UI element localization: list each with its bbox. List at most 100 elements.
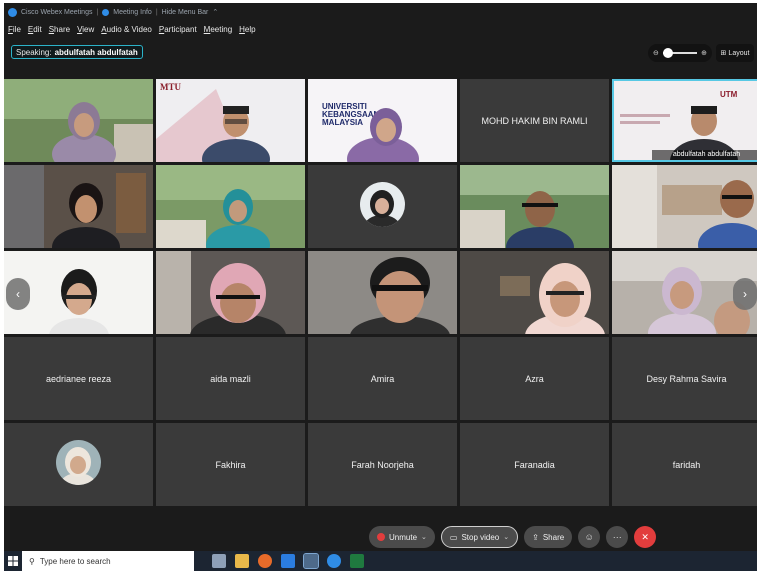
zoom-knob[interactable]	[662, 48, 673, 58]
participant-name: aedrianee reeza	[45, 373, 112, 384]
zoom-in-icon[interactable]: ⊕	[701, 49, 707, 57]
participant-video	[308, 251, 457, 334]
participant-avatar	[360, 182, 405, 227]
video-tile[interactable]	[308, 165, 457, 248]
ellipsis-icon: ···	[612, 532, 622, 542]
start-button[interactable]	[4, 551, 22, 571]
taskbar-search-box[interactable]: ⚲ Type here to search	[22, 551, 194, 571]
video-tile[interactable]: Faranadia	[460, 423, 609, 506]
reactions-button[interactable]: ☺	[578, 526, 601, 548]
previous-page-button[interactable]: ‹	[6, 278, 30, 310]
chevron-down-icon[interactable]: ⌄	[421, 533, 427, 541]
video-tile[interactable]: aida mazli	[156, 337, 305, 420]
webex-meeting-window: Cisco Webex Meetings | Meeting Info | Hi…	[4, 3, 757, 571]
menu-help[interactable]: Help	[239, 25, 255, 34]
video-tile[interactable]: MTU	[156, 79, 305, 162]
hide-menu-bar-link[interactable]: Hide Menu Bar	[162, 9, 209, 16]
participant-video	[4, 79, 153, 162]
chevron-up-icon[interactable]: ⌃	[212, 8, 218, 16]
video-tile[interactable]: Azra	[460, 337, 609, 420]
stop-video-button[interactable]: ▭ Stop video ⌄	[440, 526, 519, 548]
participant-video	[460, 165, 609, 248]
menu-share[interactable]: Share	[49, 25, 70, 34]
windows-icon	[8, 556, 18, 566]
next-page-button[interactable]: ›	[733, 278, 757, 310]
task-view-icon[interactable]	[212, 554, 226, 568]
active-speaker-name: abdulfatah abdulfatah	[54, 47, 138, 57]
webex-taskbar-icon[interactable]	[303, 553, 319, 569]
unmute-button[interactable]: Unmute ⌄	[369, 526, 435, 548]
speaking-indicator: Speaking: abdulfatah abdulfatah	[11, 45, 143, 59]
video-tile[interactable]	[4, 423, 153, 506]
mtu-logo: MTU	[160, 82, 181, 92]
edge-icon[interactable]	[327, 554, 341, 568]
video-tile[interactable]	[460, 251, 609, 334]
video-tile[interactable]	[4, 165, 153, 248]
participant-video: UNIVERSITI KEBANGSAAN MALAYSIA	[308, 79, 457, 162]
video-tile[interactable]	[4, 79, 153, 162]
svg-text:MALAYSIA: MALAYSIA	[322, 118, 363, 127]
video-tile[interactable]: faridah	[612, 423, 757, 506]
participant-video	[612, 165, 757, 248]
search-icon: ⚲	[29, 556, 35, 566]
chevron-left-icon: ‹	[16, 287, 20, 301]
video-grid: MTU UNIVERSITI KEBANGSAAN MALAYSIA MOHD …	[4, 79, 757, 539]
smiley-icon: ☺	[584, 532, 594, 542]
video-tile[interactable]	[460, 165, 609, 248]
meeting-controls: Unmute ⌄ ▭ Stop video ⌄ ⇪ Share ☺ ··· ✕	[369, 525, 657, 549]
participant-name: Fakhira	[215, 459, 246, 470]
info-icon	[102, 8, 110, 16]
title-bar: Cisco Webex Meetings | Meeting Info | Hi…	[4, 3, 757, 21]
app-title: Cisco Webex Meetings	[21, 8, 93, 16]
participant-video	[156, 251, 305, 334]
video-tile[interactable]	[308, 251, 457, 334]
grid-icon: ⊞	[720, 50, 727, 57]
participant-name: Faranadia	[514, 459, 555, 470]
menu-edit[interactable]: Edit	[28, 25, 42, 34]
webex-logo-icon	[8, 7, 17, 17]
video-tile[interactable]	[156, 251, 305, 334]
file-explorer-icon[interactable]	[235, 554, 249, 568]
utm-logo: UTM	[720, 90, 738, 99]
chevron-down-icon[interactable]: ⌄	[503, 533, 509, 541]
menu-audio-video[interactable]: Audio & Video	[101, 25, 152, 34]
windows-taskbar: ⚲ Type here to search	[4, 551, 757, 571]
video-tile-active-speaker[interactable]: UTM abdulfatah abdulfatah	[612, 79, 757, 162]
video-tile[interactable]: aedrianee reeza	[4, 337, 153, 420]
menu-file[interactable]: File	[8, 25, 21, 34]
camera-icon: ▭	[449, 532, 458, 542]
video-tile[interactable]: MOHD HAKIM BIN RAMLI	[460, 79, 609, 162]
zoom-out-icon[interactable]: ⊖	[653, 49, 659, 57]
firefox-icon[interactable]	[258, 554, 272, 568]
share-icon: ⇪	[532, 532, 539, 542]
meeting-info-link[interactable]: Meeting Info	[113, 9, 152, 16]
video-tile[interactable]: Desy Rahma Savira	[612, 337, 757, 420]
participant-video	[460, 251, 609, 334]
chevron-right-icon: ›	[743, 287, 747, 301]
excel-icon[interactable]	[350, 554, 364, 568]
zoom-slider[interactable]: ⊖ ⊕	[648, 44, 712, 62]
mic-muted-icon	[377, 533, 385, 541]
video-tile[interactable]	[156, 165, 305, 248]
menu-participant[interactable]: Participant	[159, 25, 197, 34]
layout-button[interactable]: ⊞ Layout	[716, 44, 754, 62]
share-button[interactable]: ⇪ Share	[524, 526, 573, 548]
menu-view[interactable]: View	[77, 25, 94, 34]
video-tile[interactable]: UNIVERSITI KEBANGSAAN MALAYSIA	[308, 79, 457, 162]
store-icon[interactable]	[281, 554, 295, 568]
participant-name: aida mazli	[210, 373, 251, 384]
video-tile[interactable]: Amira	[308, 337, 457, 420]
leave-meeting-button[interactable]: ✕	[634, 526, 657, 548]
more-options-button[interactable]: ···	[606, 526, 629, 548]
participant-name: MOHD HAKIM BIN RAMLI	[481, 115, 588, 126]
participant-name: Desy Rahma Savira	[646, 373, 727, 384]
close-icon: ✕	[641, 531, 649, 542]
participant-name: Azra	[525, 373, 544, 384]
video-tile[interactable]: Fakhira	[156, 423, 305, 506]
video-tile[interactable]	[612, 165, 757, 248]
participant-video	[4, 165, 153, 248]
video-tile[interactable]: Farah Noorjeha	[308, 423, 457, 506]
participant-name: Amira	[370, 373, 395, 384]
participant-name: abdulfatah abdulfatah	[652, 150, 757, 160]
menu-meeting[interactable]: Meeting	[204, 25, 232, 34]
